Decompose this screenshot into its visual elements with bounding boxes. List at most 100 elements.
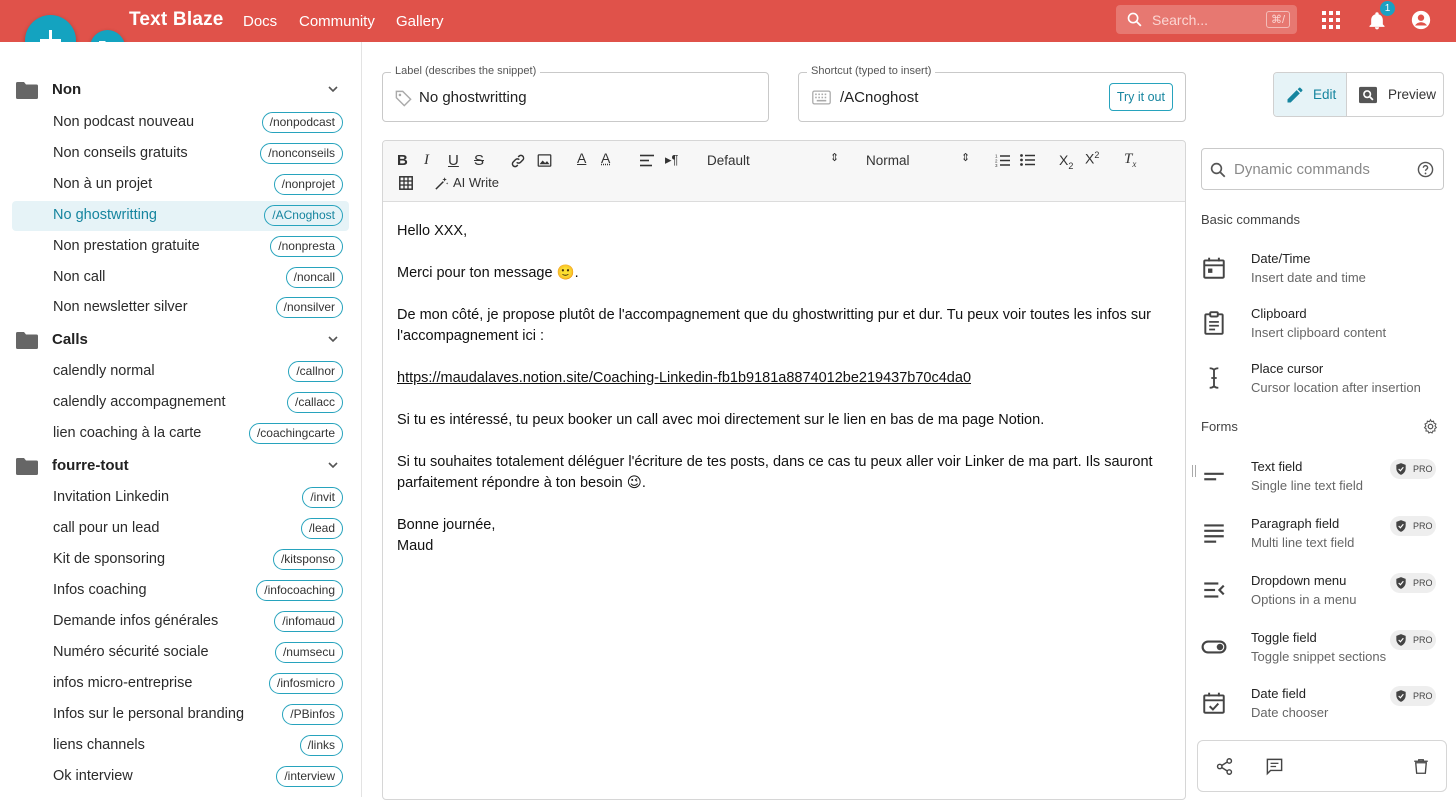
folder-label: Non — [52, 81, 82, 98]
chevron-down-icon[interactable] — [327, 333, 339, 345]
link-icon[interactable] — [510, 153, 526, 169]
strikethrough-icon[interactable]: S — [474, 152, 484, 169]
snippet-item[interactable]: call pour un lead/lead — [12, 514, 349, 544]
command-text-field[interactable]: Text field Single line text field PRO — [1201, 459, 1444, 507]
snippet-item[interactable]: infos micro-entreprise/infosmicro — [12, 669, 349, 699]
content-signature: Maud — [397, 538, 434, 554]
command-title: Date field — [1251, 686, 1306, 701]
chevron-down-icon[interactable] — [327, 459, 339, 471]
help-icon[interactable] — [1417, 161, 1434, 178]
snippet-item[interactable]: Infos coaching/infocoaching — [12, 576, 349, 606]
snippet-item[interactable]: Non conseils gratuits/nonconseils — [12, 139, 349, 169]
size-select-arrows-icon[interactable]: ⇕ — [961, 151, 970, 164]
command-dropdown-menu[interactable]: Dropdown menu Options in a menu PRO — [1201, 573, 1444, 621]
snippet-label: Non call — [53, 269, 106, 285]
pro-label: PRO — [1413, 464, 1433, 474]
align-icon[interactable] — [640, 154, 654, 167]
snippet-item[interactable]: Infos sur le personal branding/PBinfos — [12, 700, 349, 730]
table-icon[interactable] — [399, 176, 413, 190]
command-toggle-field[interactable]: Toggle field Toggle snippet sections PRO — [1201, 630, 1444, 678]
folder-icon — [16, 458, 38, 475]
snippet-shortcut: /ACnoghost — [264, 205, 343, 226]
snippet-item-active[interactable]: No ghostwritting/ACnoghost — [12, 201, 349, 231]
snippet-item[interactable]: Ok interview/interview — [12, 762, 349, 792]
snippet-editor[interactable]: B I U S A A ▸¶ Default ⇕ Normal ⇕ 123 X2… — [382, 140, 1186, 800]
snippet-item[interactable]: Non newsletter silver/nonsilver — [12, 293, 349, 323]
command-place-cursor[interactable]: Place cursor Cursor location after inser… — [1201, 361, 1444, 409]
search-input[interactable]: Search... ⌘/ — [1116, 5, 1297, 34]
command-subtitle: Toggle snippet sections — [1251, 649, 1387, 664]
superscript-icon[interactable]: X2 — [1085, 150, 1099, 167]
clear-format-icon[interactable]: Tx — [1124, 151, 1136, 169]
font-select-arrows-icon[interactable]: ⇕ — [830, 151, 839, 164]
account-icon[interactable] — [1410, 9, 1432, 31]
snippet-label: Non conseils gratuits — [53, 145, 188, 161]
underline-icon[interactable]: U — [448, 152, 459, 169]
folder-calls[interactable]: Calls — [0, 325, 362, 355]
snippet-item[interactable]: Non podcast nouveau/nonpodcast — [12, 108, 349, 138]
folder-fourre-tout[interactable]: fourre-tout — [0, 451, 362, 481]
bold-icon[interactable]: B — [397, 152, 408, 169]
snippet-shortcut: /kitsponso — [272, 549, 343, 570]
shield-check-icon — [1396, 634, 1406, 646]
command-paragraph-field[interactable]: Paragraph field Multi line text field PR… — [1201, 516, 1444, 564]
nav-community[interactable]: Community — [299, 13, 375, 30]
snippet-item[interactable]: Non à un projet/nonprojet — [12, 170, 349, 200]
chevron-down-icon[interactable] — [327, 83, 339, 95]
comment-icon[interactable] — [1265, 757, 1284, 776]
shortcut-field[interactable]: Shortcut (typed to insert) /ACnoghost Tr… — [798, 65, 1186, 122]
brand-title[interactable]: Text Blaze — [129, 9, 224, 31]
text-direction-icon[interactable]: ▸¶ — [665, 152, 679, 168]
snippet-shortcut: /links — [299, 735, 343, 756]
trash-icon[interactable] — [1412, 757, 1430, 776]
snippet-item[interactable]: Non prestation gratuite/nonpresta — [12, 232, 349, 262]
snippet-shortcut: /infocoaching — [256, 580, 343, 601]
command-date-time[interactable]: Date/Time Insert date and time — [1201, 251, 1444, 299]
snippet-item[interactable]: lien coaching à la carte/coachingcarte — [12, 419, 349, 449]
label-value: No ghostwritting — [419, 89, 527, 106]
apps-grid-icon[interactable] — [1322, 11, 1340, 29]
snippet-label: lien coaching à la carte — [53, 425, 202, 441]
shortcut-field-legend: Shortcut (typed to insert) — [807, 65, 936, 77]
panel-resize-handle[interactable] — [1192, 465, 1196, 477]
command-date-field[interactable]: Date field Date chooser PRO — [1201, 686, 1444, 734]
ordered-list-icon[interactable]: 123 — [995, 153, 1010, 167]
command-clipboard[interactable]: Clipboard Insert clipboard content — [1201, 306, 1444, 354]
dynamic-commands-search[interactable]: Dynamic commands — [1201, 148, 1444, 190]
snippet-label: calendly normal — [53, 363, 155, 379]
font-select[interactable]: Default — [707, 153, 750, 168]
share-icon[interactable] — [1215, 757, 1234, 776]
pro-label: PRO — [1413, 635, 1433, 645]
edit-button[interactable]: Edit — [1274, 73, 1347, 116]
snippet-shortcut: /infosmicro — [268, 673, 343, 694]
snippet-shortcut: /callnor — [288, 361, 343, 382]
try-it-out-button[interactable]: Try it out — [1108, 83, 1173, 111]
bullet-list-icon[interactable] — [1020, 153, 1035, 167]
text-color-icon[interactable]: A — [577, 150, 586, 166]
highlight-icon[interactable]: A — [601, 150, 610, 166]
gear-icon[interactable] — [1422, 418, 1439, 435]
snippet-shortcut: /infomaud — [274, 611, 343, 632]
dropdown-icon — [1204, 582, 1225, 598]
snippet-item[interactable]: Invitation Linkedin/invit — [12, 483, 349, 513]
snippet-item[interactable]: calendly accompagnement/callacc — [12, 388, 349, 418]
folder-non[interactable]: Non — [0, 75, 362, 105]
size-select[interactable]: Normal — [866, 153, 910, 168]
image-icon[interactable] — [537, 153, 552, 168]
snippet-item[interactable]: liens channels/links — [12, 731, 349, 761]
snippet-item[interactable]: Kit de sponsoring/kitsponso — [12, 545, 349, 575]
editor-content[interactable]: Hello XXX, Merci pour ton message 🙂. De … — [397, 221, 1167, 557]
nav-docs[interactable]: Docs — [243, 13, 277, 30]
snippet-item[interactable]: Demande infos générales/infomaud — [12, 607, 349, 637]
italic-icon[interactable]: I — [424, 152, 429, 169]
nav-gallery[interactable]: Gallery — [396, 13, 444, 30]
snippet-item[interactable]: Non call/noncall — [12, 263, 349, 293]
subscript-icon[interactable]: X2 — [1059, 152, 1073, 171]
folder-label: Calls — [52, 331, 88, 348]
preview-button[interactable]: Preview — [1348, 73, 1443, 116]
content-link[interactable]: https://maudalaves.notion.site/Coaching-… — [397, 370, 971, 386]
snippet-item[interactable]: Numéro sécurité sociale/numsecu — [12, 638, 349, 668]
command-subtitle: Insert clipboard content — [1251, 325, 1387, 340]
snippet-item[interactable]: calendly normal/callnor — [12, 357, 349, 387]
label-field[interactable]: Label (describes the snippet) No ghostwr… — [382, 65, 769, 122]
